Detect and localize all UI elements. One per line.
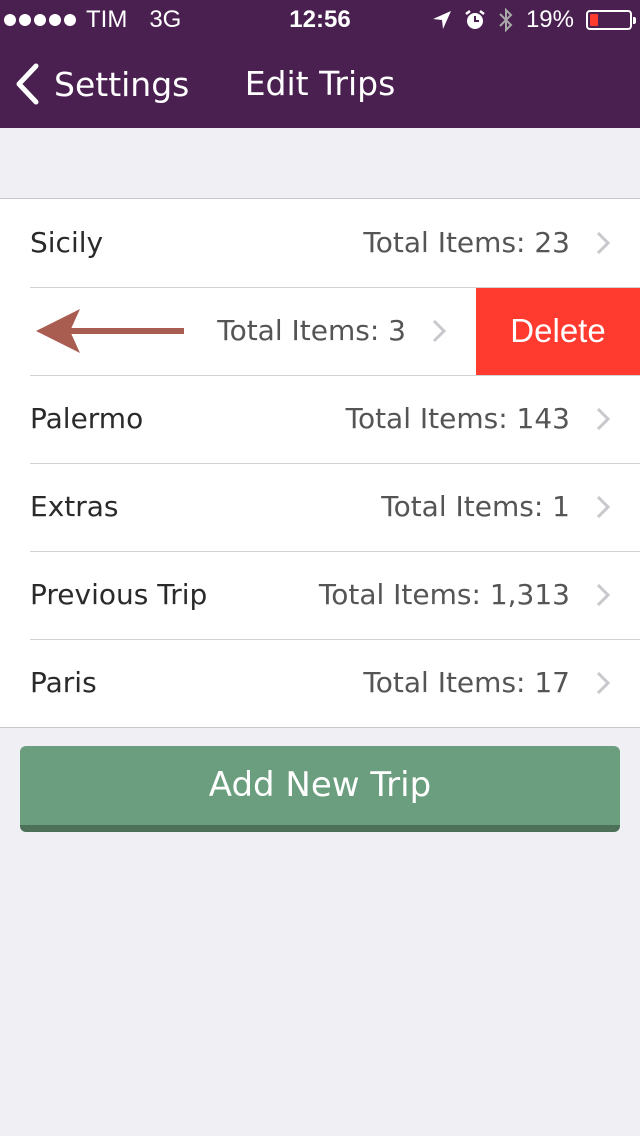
trip-row-sicily[interactable]: Sicily Total Items: 23: [0, 199, 640, 287]
status-bar: TIM 3G 12:56 19%: [0, 0, 640, 40]
trip-total-items: Total Items: 17: [363, 666, 570, 699]
trip-name: Paris: [30, 666, 97, 699]
trip-row-palermo[interactable]: Palermo Total Items: 143: [0, 375, 640, 463]
alarm-clock-icon: [465, 10, 485, 29]
trip-row-swiped[interactable]: Total Items: 3 Delete: [0, 287, 640, 375]
bluetooth-icon: [499, 7, 513, 33]
trip-row-extras[interactable]: Extras Total Items: 1: [0, 463, 640, 551]
trip-name: Extras: [30, 490, 119, 523]
trip-total-items: Total Items: 1: [381, 490, 570, 523]
trip-row-paris[interactable]: Paris Total Items: 17: [0, 639, 640, 727]
navigation-bar: Settings Edit Trips: [0, 40, 640, 128]
battery-icon: [586, 10, 636, 30]
swipe-arrow-icon: [36, 309, 184, 353]
location-arrow-icon: [432, 11, 451, 29]
header: TIM 3G 12:56 19% Settings Edit Trips: [0, 0, 640, 128]
status-right: 19%: [432, 0, 636, 40]
chevron-right-icon: [596, 495, 610, 519]
battery-percent: 19%: [525, 6, 574, 33]
trip-total-items: Total Items: 23: [363, 226, 570, 259]
battery-level: [590, 14, 598, 26]
chevron-right-icon: [596, 583, 610, 607]
chevron-right-icon: [432, 319, 446, 343]
page-title: Edit Trips: [244, 64, 396, 103]
add-new-trip-button[interactable]: Add New Trip: [20, 746, 620, 832]
chevron-right-icon: [596, 671, 610, 695]
delete-button[interactable]: Delete: [476, 287, 640, 375]
trip-row-previous-trip[interactable]: Previous Trip Total Items: 1,313: [0, 551, 640, 639]
trip-name: Palermo: [30, 402, 144, 435]
trip-total-items: Total Items: 143: [345, 402, 570, 435]
trip-name: Sicily: [30, 226, 104, 259]
trip-name: Previous Trip: [30, 578, 208, 611]
chevron-right-icon: [596, 231, 610, 255]
chevron-right-icon: [596, 407, 610, 431]
trip-total-items: Total Items: 1,313: [318, 578, 570, 611]
trip-list: Sicily Total Items: 23 Total Items: 3 De…: [0, 198, 640, 728]
trip-total-items: Total Items: 3: [217, 314, 406, 347]
